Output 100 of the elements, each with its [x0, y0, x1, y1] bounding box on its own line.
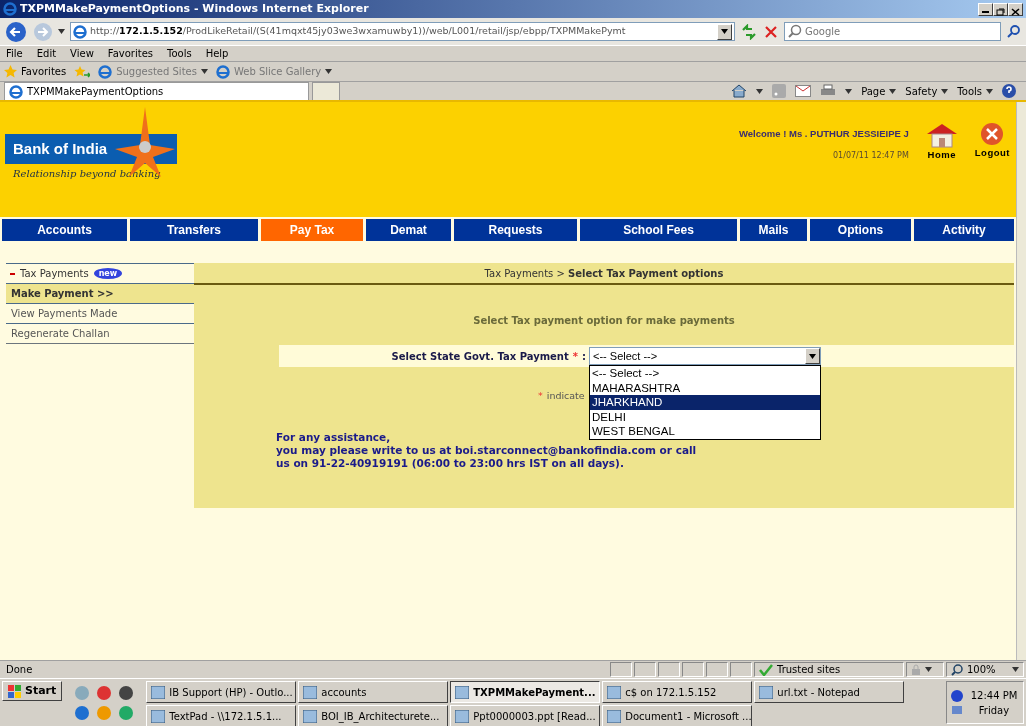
- dropdown-icon[interactable]: [721, 29, 728, 34]
- assistance-text: you may please write to us at boi.starconnect@bankofindia.com or call: [276, 444, 697, 458]
- taskbar-button[interactable]: BOI_IB_Architecturete...: [298, 705, 449, 726]
- zoom-button[interactable]: 100%: [946, 662, 1024, 677]
- nav-tab[interactable]: School Fees: [580, 219, 737, 241]
- dropdown-option[interactable]: JHARKHAND: [590, 395, 820, 410]
- nav-tab[interactable]: Mails: [740, 219, 807, 241]
- restore-button[interactable]: [993, 2, 1008, 16]
- home-button[interactable]: Home: [924, 122, 959, 217]
- taskbar-button[interactable]: c$ on 172.1.5.152: [602, 681, 753, 703]
- home-icon[interactable]: [731, 84, 748, 98]
- print-icon[interactable]: [820, 84, 837, 98]
- favorites-button[interactable]: Favorites: [4, 64, 67, 79]
- caret-icon[interactable]: [845, 88, 853, 94]
- breadcrumb: Tax Payments > Select Tax Payment options: [484, 266, 724, 281]
- menu-item[interactable]: Favorites: [107, 46, 153, 61]
- browser-icon: [215, 64, 230, 79]
- browser-icon: [9, 84, 23, 99]
- bullet-icon: [10, 272, 15, 275]
- zoom-icon: [951, 663, 963, 676]
- close-icon: [980, 122, 1005, 146]
- window-icon: [151, 685, 166, 699]
- nav-tab[interactable]: Requests: [454, 219, 577, 241]
- caret-icon[interactable]: [58, 29, 65, 34]
- caret-icon[interactable]: [889, 88, 897, 94]
- stop-icon[interactable]: [763, 23, 779, 40]
- status-text: Done: [5, 663, 34, 677]
- browser-icon: [98, 64, 113, 79]
- status-pane: [658, 662, 680, 677]
- window-icon: [303, 685, 318, 699]
- menu-item[interactable]: File: [6, 46, 23, 61]
- nav-tab[interactable]: Transfers: [130, 219, 258, 241]
- caret-icon[interactable]: [1012, 667, 1019, 672]
- status-pane: [634, 662, 656, 677]
- nav-tab[interactable]: Options: [810, 219, 911, 241]
- window-icon: [607, 685, 622, 699]
- taskbar-button[interactable]: accounts: [298, 681, 449, 703]
- browser-icon: [3, 2, 17, 16]
- help-icon[interactable]: [1002, 84, 1016, 98]
- status-pane: [706, 662, 728, 677]
- browser-icon: [73, 24, 87, 39]
- nav-tab[interactable]: Accounts: [2, 219, 127, 241]
- taskbar-button[interactable]: url.txt - Notepad: [754, 681, 905, 703]
- taskbar-button[interactable]: TextPad - \\172.1.5.1...: [146, 705, 297, 726]
- caret-icon[interactable]: [986, 88, 993, 94]
- command-menu[interactable]: Page: [861, 83, 897, 99]
- refresh-icon[interactable]: [740, 23, 758, 40]
- clock-day: Friday: [968, 702, 1020, 718]
- logout-button[interactable]: Logout: [974, 122, 1010, 217]
- caret-icon[interactable]: [200, 69, 208, 74]
- search-field[interactable]: Google: [784, 22, 1001, 41]
- restore-icon: [996, 7, 1005, 16]
- start-button[interactable]: Start: [2, 681, 63, 701]
- window-icon: [455, 685, 470, 699]
- sidebar-item[interactable]: Make Payment >>: [6, 283, 194, 303]
- state-select[interactable]: <-- Select -->: [589, 347, 821, 365]
- check-icon: [759, 663, 773, 676]
- close-button[interactable]: [1008, 2, 1023, 16]
- app-icon[interactable]: [96, 684, 113, 701]
- window-icon: [303, 709, 318, 723]
- taskbar-button[interactable]: Ppt0000003.ppt [Read...: [450, 705, 601, 726]
- status-pane: [730, 662, 752, 677]
- protected-mode-button[interactable]: [906, 662, 944, 677]
- windows-logo-icon: [8, 684, 22, 698]
- window-title: TXPMMakePaymentOptions - Windows Internet Explorer: [20, 0, 369, 17]
- nav-tab[interactable]: Demat: [366, 219, 451, 241]
- address-field[interactable]: http://172.1.5.152/ProdLikeRetail/(S(41mqxt45jy03we3wxamuwby1))/web/L001/retail/jsp/ebpp/TXPMMakePymt: [70, 22, 735, 41]
- network-icon: [950, 689, 964, 716]
- taskbar-button[interactable]: Document1 - Microsoft ...: [602, 705, 753, 726]
- taskbar-button[interactable]: IB Support (HP) - Outlo...: [146, 681, 297, 703]
- command-menu[interactable]: Safety: [905, 83, 949, 99]
- caret-icon[interactable]: [925, 667, 932, 672]
- required-note: * indicate: [537, 389, 585, 403]
- menu-item[interactable]: View: [70, 46, 94, 61]
- browser-tab[interactable]: TXPMMakePaymentOptions: [4, 82, 309, 100]
- lock-icon: [911, 664, 921, 675]
- command-menu[interactable]: Tools: [957, 83, 993, 99]
- caret-icon[interactable]: [941, 88, 949, 94]
- search-icon: [788, 24, 802, 38]
- nav-tab[interactable]: Activity: [914, 219, 1014, 241]
- taskbar-button[interactable]: TXPMMakePayment...: [450, 681, 601, 703]
- new-badge: new: [93, 268, 123, 279]
- assistance-text: For any assistance,: [276, 431, 391, 445]
- caret-icon[interactable]: [756, 88, 764, 94]
- app-icon[interactable]: [74, 704, 91, 721]
- caret-icon[interactable]: [325, 69, 333, 74]
- tagline: Relationship beyond banking: [12, 167, 162, 181]
- back-icon[interactable]: [4, 20, 28, 43]
- search-icon[interactable]: [1006, 23, 1022, 40]
- vertical-scrollbar[interactable]: [1016, 102, 1026, 660]
- clock-time: 12:44 PM: [969, 688, 1019, 703]
- mail-icon[interactable]: [795, 85, 812, 97]
- menu-item[interactable]: Tools: [167, 46, 192, 61]
- app-icon[interactable]: [118, 684, 135, 701]
- minimize-button[interactable]: [978, 2, 993, 16]
- date-time: 01/07/11 12:47 PM: [832, 150, 909, 163]
- menu-item[interactable]: Edit: [36, 46, 57, 61]
- menu-item[interactable]: Help: [205, 46, 229, 61]
- status-pane: [610, 662, 632, 677]
- close-icon: [1011, 7, 1020, 16]
